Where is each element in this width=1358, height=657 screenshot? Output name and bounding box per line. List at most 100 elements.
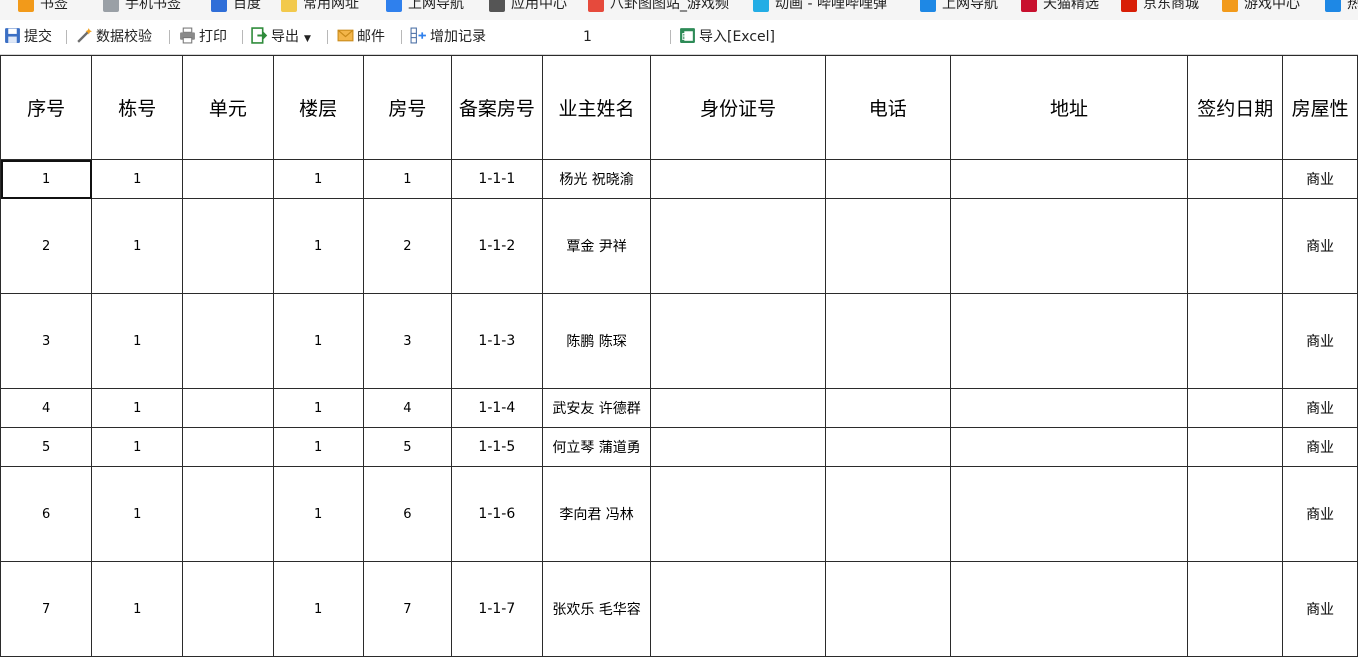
table-cell[interactable] [650, 561, 826, 657]
table-cell[interactable]: 5 [362, 427, 452, 467]
table-cell[interactable]: 2 [0, 198, 93, 294]
table-cell[interactable]: 商业 [1282, 198, 1358, 294]
table-cell[interactable]: 商业 [1282, 159, 1358, 199]
table-cell[interactable] [182, 466, 274, 562]
table-cell[interactable] [650, 293, 826, 389]
column-header[interactable]: 房号 [362, 55, 452, 160]
table-cell[interactable] [949, 159, 1189, 199]
table-cell[interactable] [182, 427, 274, 467]
table-cell[interactable]: 1 [272, 466, 364, 562]
table-cell[interactable]: 1 [272, 159, 364, 199]
table-cell[interactable] [824, 388, 951, 428]
table-cell[interactable] [650, 427, 826, 467]
table-cell[interactable]: 1 [272, 388, 364, 428]
column-header[interactable]: 楼层 [272, 55, 364, 160]
table-cell[interactable]: 1 [91, 561, 184, 657]
table-cell[interactable] [1187, 198, 1284, 294]
table-cell[interactable]: 4 [0, 388, 93, 428]
table-cell[interactable]: 3 [362, 293, 452, 389]
table-cell[interactable] [824, 427, 951, 467]
table-cell[interactable] [1187, 388, 1284, 428]
table-cell[interactable]: 商业 [1282, 561, 1358, 657]
bookmark-item[interactable]: 上网导航 [386, 0, 464, 16]
column-header[interactable]: 电话 [824, 55, 951, 160]
table-cell[interactable]: 1-1-7 [450, 561, 543, 657]
submit-button[interactable]: 提交 [4, 26, 52, 48]
table-cell[interactable] [650, 388, 826, 428]
table-cell[interactable]: 2 [362, 198, 452, 294]
table-cell[interactable]: 张欢乐 毛华容 [541, 561, 652, 657]
column-header[interactable]: 备案房号 [450, 55, 543, 160]
table-cell[interactable]: 1 [362, 159, 452, 199]
table-cell[interactable] [824, 561, 951, 657]
bookmark-item[interactable]: 常用网址 [281, 0, 359, 16]
table-cell[interactable]: 6 [362, 466, 452, 562]
table-cell[interactable]: 1 [91, 466, 184, 562]
column-header[interactable]: 房屋性 [1282, 55, 1358, 160]
table-cell[interactable]: 1 [91, 159, 184, 199]
table-cell[interactable] [650, 198, 826, 294]
table-cell[interactable]: 1-1-4 [450, 388, 543, 428]
table-cell[interactable] [1187, 466, 1284, 562]
table-cell[interactable]: 1 [272, 427, 364, 467]
column-header[interactable]: 序号 [0, 55, 93, 160]
table-cell[interactable] [182, 159, 274, 199]
table-cell[interactable]: 1 [91, 198, 184, 294]
bookmark-item[interactable]: 应用中心 [489, 0, 567, 16]
bookmark-item[interactable]: 书签 [18, 0, 68, 16]
table-cell[interactable] [1187, 159, 1284, 199]
table-cell[interactable]: 武安友 许德群 [541, 388, 652, 428]
table-cell[interactable] [824, 466, 951, 562]
table-cell[interactable] [1187, 427, 1284, 467]
table-cell[interactable]: 1-1-2 [450, 198, 543, 294]
bookmark-item[interactable]: 八卦图图站_游戏频 [588, 0, 729, 16]
column-header[interactable]: 身份证号 [650, 55, 826, 160]
table-cell[interactable]: 1-1-1 [450, 159, 543, 199]
column-header[interactable]: 业主姓名 [541, 55, 652, 160]
table-cell[interactable] [824, 293, 951, 389]
table-cell[interactable]: 7 [0, 561, 93, 657]
table-cell[interactable]: 商业 [1282, 388, 1358, 428]
table-cell[interactable] [949, 561, 1189, 657]
table-cell[interactable] [182, 198, 274, 294]
column-header[interactable]: 签约日期 [1187, 55, 1284, 160]
column-header[interactable]: 单元 [182, 55, 274, 160]
table-cell[interactable] [824, 198, 951, 294]
table-cell[interactable] [949, 198, 1189, 294]
mail-button[interactable]: 邮件 [337, 26, 385, 48]
table-cell[interactable] [949, 388, 1189, 428]
bookmark-item[interactable]: 手机书签 [103, 0, 181, 16]
table-cell[interactable]: 1 [272, 293, 364, 389]
bookmark-item[interactable]: 天猫精选 [1021, 0, 1099, 16]
table-cell[interactable] [949, 466, 1189, 562]
add-record-button[interactable]: 增加记录 [410, 26, 486, 48]
bookmark-item[interactable]: 上网导航 [920, 0, 998, 16]
table-cell[interactable]: 5 [0, 427, 93, 467]
table-cell[interactable] [949, 427, 1189, 467]
table-cell[interactable]: 何立琴 蒲道勇 [541, 427, 652, 467]
bookmark-item[interactable]: 热 [1325, 0, 1358, 16]
table-cell[interactable]: 1-1-5 [450, 427, 543, 467]
table-cell[interactable] [1187, 561, 1284, 657]
table-cell[interactable] [182, 561, 274, 657]
print-button[interactable]: 打印 [179, 26, 227, 48]
table-cell[interactable]: 1-1-6 [450, 466, 543, 562]
bookmark-item[interactable]: 游戏中心 [1222, 0, 1300, 16]
column-header[interactable]: 栋号 [91, 55, 184, 160]
table-cell[interactable] [650, 159, 826, 199]
bookmark-item[interactable]: 动画 - 哔哩哔哩弹 [753, 0, 887, 16]
table-cell[interactable]: 陈鹏 陈琛 [541, 293, 652, 389]
table-cell[interactable]: 商业 [1282, 293, 1358, 389]
table-cell[interactable]: 4 [362, 388, 452, 428]
table-cell[interactable]: 李向君 冯林 [541, 466, 652, 562]
table-cell[interactable] [824, 159, 951, 199]
bookmark-item[interactable]: 京东商城 [1121, 0, 1199, 16]
table-cell[interactable] [182, 388, 274, 428]
table-cell[interactable] [182, 293, 274, 389]
page-number[interactable]: 1 [583, 26, 592, 48]
bookmark-item[interactable]: 百度 [211, 0, 261, 16]
table-cell[interactable]: 覃金 尹祥 [541, 198, 652, 294]
table-cell[interactable]: 1 [91, 388, 184, 428]
table-cell[interactable]: 商业 [1282, 466, 1358, 562]
table-cell[interactable]: 1 [0, 159, 93, 199]
